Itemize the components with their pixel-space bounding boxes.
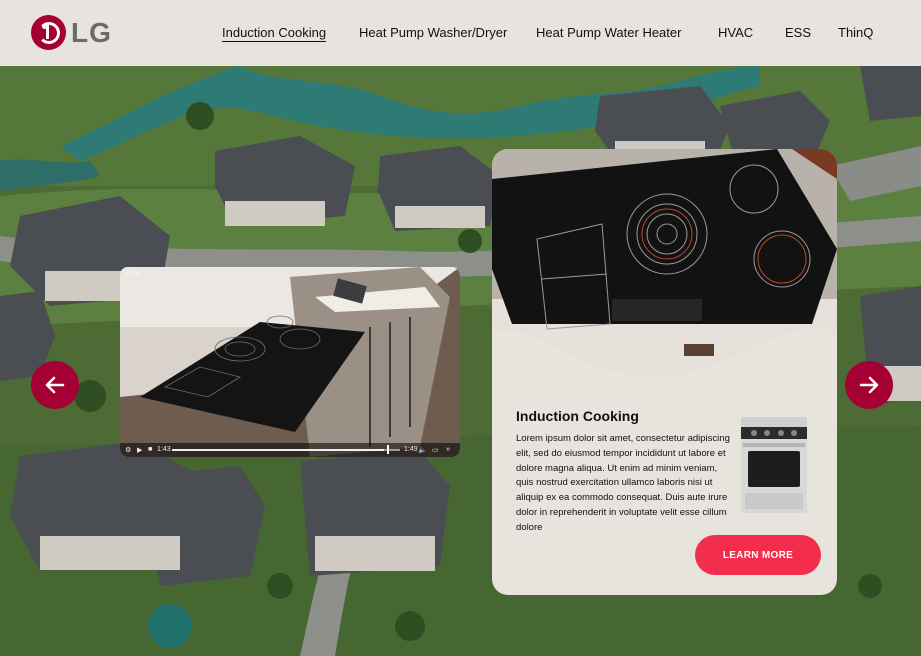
video-top-icons[interactable]: ⤢ ▭ (126, 270, 139, 278)
carousel-prev-button[interactable] (31, 361, 79, 409)
settings-icon[interactable]: ⚙ (125, 446, 131, 454)
arrow-right-icon (859, 376, 879, 394)
lg-logo-icon (31, 15, 66, 50)
card-description: Lorem ipsum dolor sit amet, consectetur … (516, 433, 730, 533)
nav-heat-pump-water-heater[interactable]: Heat Pump Water Heater (536, 25, 681, 40)
video-frame-image (120, 267, 460, 457)
carousel-next-button[interactable] (845, 361, 893, 409)
nav-heat-pump-washer-dryer[interactable]: Heat Pump Washer/Dryer (359, 25, 507, 40)
screen-icon[interactable]: ▭ (432, 446, 439, 454)
card-title: Induction Cooking (516, 408, 639, 424)
product-video-player[interactable]: ⤢ ▭ ⚙ ▶ ■ 1:43 1:49 🔈 ▭ » (120, 267, 460, 457)
logo-text: LG (71, 16, 112, 48)
video-controls-bar: ⚙ ▶ ■ 1:43 1:49 🔈 ▭ » (120, 443, 460, 457)
stop-icon[interactable]: ■ (148, 446, 152, 453)
electric-range-image (741, 417, 807, 513)
product-info-card: Induction Cooking Lorem ipsum dolor sit … (492, 149, 837, 595)
nav-induction-cooking[interactable]: Induction Cooking (222, 25, 327, 42)
nav-hvac[interactable]: HVAC (718, 25, 753, 40)
volume-icon[interactable]: 🔈 (418, 446, 427, 454)
video-scrub-handle[interactable] (387, 445, 389, 454)
learn-more-button[interactable]: LEARN MORE (695, 535, 821, 575)
video-progress-bar[interactable] (172, 449, 400, 451)
play-icon[interactable]: ▶ (137, 446, 142, 454)
nav-ess[interactable]: ESS (785, 25, 811, 40)
video-current-time: 1:43 (157, 446, 171, 453)
fullscreen-icon[interactable]: » (446, 446, 450, 453)
site-header: LG Induction Cooking Heat Pump Washer/Dr… (0, 0, 921, 66)
nav-thinq[interactable]: ThinQ (838, 25, 873, 40)
arrow-left-icon (45, 376, 65, 394)
lg-logo[interactable]: LG (31, 15, 112, 50)
video-duration: 1:49 (404, 446, 418, 453)
